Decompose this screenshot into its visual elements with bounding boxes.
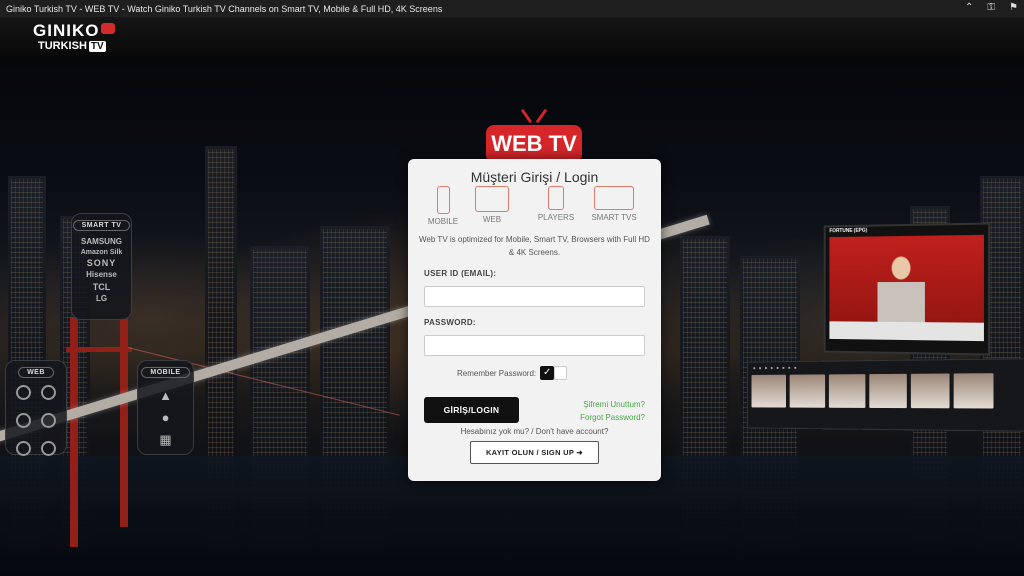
opera-icon [16, 441, 31, 456]
safari-icon [41, 441, 56, 456]
ie-icon [16, 385, 31, 400]
window-title: Giniko Turkish TV - WEB TV - Watch Ginik… [6, 3, 443, 14]
logo-line2: TURKISH TV [38, 40, 115, 52]
login-card: Müşteri Girişi / Login MOBILE WEB PLAYER… [408, 159, 661, 481]
remember-toggle-off[interactable] [554, 366, 568, 380]
login-description: Web TV is optimized for Mobile, Smart TV… [419, 235, 650, 257]
no-account-text: Hesabınız yok mu? / Don't have account? [460, 427, 609, 436]
tv-screen [829, 234, 984, 342]
login-button[interactable]: GİRİŞ/LOGIN [424, 397, 519, 423]
brand-list: SAMSUNG Amazon Silk SONY Hisense TCL LG [72, 236, 131, 305]
web-tv-badge: WEB TV [484, 108, 584, 163]
device-smart-tvs: SMART TVS [591, 186, 637, 222]
panel-title: MOBILE [141, 367, 190, 378]
signup-button[interactable]: KAYIT OLUN / SIGN UP ➜ [470, 441, 599, 464]
remember-password: Remember Password: ✓ [457, 366, 568, 380]
thumbnail [910, 373, 950, 409]
news-anchor [877, 253, 925, 325]
logo-tv: TV [88, 41, 106, 52]
brand-lg: LG [95, 294, 108, 303]
thumbnail [953, 373, 994, 409]
firefox-icon [41, 413, 56, 428]
news-desk [829, 321, 984, 342]
player-icon [548, 186, 564, 210]
mobile-panel: MOBILE ▲ ● ▦ [137, 360, 194, 455]
thumbnail [869, 373, 907, 409]
brand-tcl: TCL [92, 282, 111, 292]
android-icon: ▲ [159, 388, 172, 403]
edge-icon [16, 413, 31, 428]
windows-icon: ▦ [159, 432, 172, 447]
panel-title: WEB [18, 367, 54, 378]
window-titlebar: Giniko Turkish TV - WEB TV - Watch Ginik… [0, 0, 1024, 17]
user-id-input[interactable] [424, 286, 645, 307]
apple-icon: ● [161, 410, 170, 425]
thumbnail [828, 374, 866, 408]
remember-label: Remember Password: [457, 368, 537, 378]
logo-mark-icon [101, 23, 116, 34]
forgot-password-tr-link[interactable]: Şifremi Unuttum? [583, 400, 645, 409]
chrome-icon [41, 385, 56, 400]
thumbnail [751, 374, 786, 408]
web-panel: WEB [5, 360, 67, 456]
brand-samsung: SAMSUNG [81, 237, 122, 246]
brand-amazon-silk: Amazon Silk [80, 249, 123, 256]
login-title: Müşteri Girişi / Login [470, 169, 599, 185]
phone-icon [436, 186, 450, 214]
device-label: PLAYERS [537, 213, 575, 222]
remember-checkbox[interactable]: ✓ [540, 366, 555, 380]
user-id-label: USER ID (EMAIL): [424, 269, 497, 278]
forgot-password-link[interactable]: Forgot Password? [580, 413, 645, 422]
smart-tv-panel: SMART TV SAMSUNG Amazon Silk SONY Hisens… [71, 213, 132, 320]
puzzle-icon[interactable]: ⚑ [1009, 2, 1018, 13]
logo-text: GINIKO [33, 21, 100, 40]
device-web: WEB [474, 186, 510, 224]
password-label: PASSWORD: [424, 318, 476, 327]
channel-name: FORTUNE (EPG) [829, 227, 868, 235]
monitor-icon [475, 186, 509, 212]
password-input[interactable] [424, 335, 645, 356]
antenna-icon [520, 108, 548, 124]
device-label: WEB [482, 215, 502, 224]
giniko-logo[interactable]: GINIKO TURKISH TV [33, 21, 116, 52]
tv-icon [594, 186, 634, 210]
browser-icons [6, 381, 66, 465]
device-label: SMART TVS [591, 213, 637, 222]
device-label: MOBILE [427, 217, 459, 226]
titlebar-icons: ⌃ ⚿ ⚑ [965, 2, 1018, 13]
key-icon[interactable]: ⚿ [987, 2, 995, 13]
channel-guide: ■ ■ ■ ■ ■ ■ ■ ■ [747, 358, 1024, 432]
brand-sony: SONY [86, 258, 117, 268]
device-mobile: MOBILE [425, 186, 461, 226]
thumbnail [789, 374, 826, 408]
tv-preview: FORTUNE (EPG) [823, 222, 991, 356]
chevron-up-icon[interactable]: ⌃ [965, 2, 973, 13]
guide-thumbnails [748, 371, 1024, 411]
panel-title: SMART TV [72, 220, 131, 231]
badge-text: WEB TV [486, 125, 582, 163]
logo-line1: GINIKO [33, 21, 116, 41]
mobile-icons: ▲ ● ▦ [138, 385, 193, 451]
device-players: PLAYERS [536, 186, 576, 222]
logo-subtext: TURKISH [38, 40, 87, 52]
brand-hisense: Hisense [86, 270, 117, 279]
